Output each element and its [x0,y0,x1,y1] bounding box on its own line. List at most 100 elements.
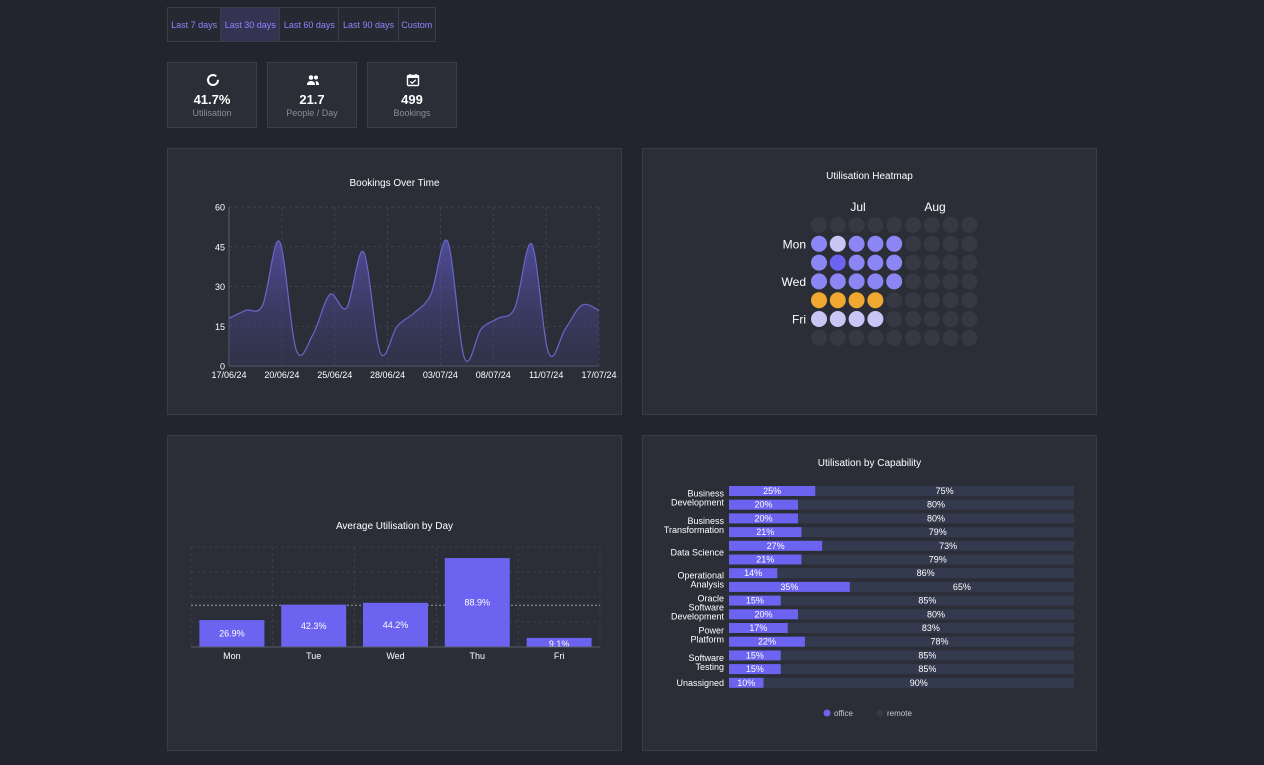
heatmap-cell [942,254,959,271]
heatmap-cell [848,217,865,233]
tab-last-30-days[interactable]: Last 30 days [221,8,281,41]
bar-value-label: 44.2% [383,620,409,630]
remote-bar [729,677,1074,688]
remote-value-label: 78% [930,637,948,647]
average-utilisation-panel: Average Utilisation by Day 26.9% Mon 42.3%… [167,435,622,751]
legend-remote-swatch [876,709,884,717]
heatmap-cell [942,217,959,233]
donut-icon [207,74,219,86]
bar-value-label: 42.3% [301,621,327,631]
weekday-label: Mon [783,237,806,251]
heatmap-cell [923,292,940,309]
heatmap-cell [811,217,827,233]
heatmap-cell [848,292,865,309]
heatmap-cell [829,329,846,346]
remote-value-label: 73% [939,541,957,551]
bar-value-label: 88.9% [465,598,491,608]
x-tick-label: Fri [554,651,565,661]
stat-card-utilisation: 41.7% Utilisation [167,62,257,128]
heatmap-cell [811,329,827,346]
heatmap-cell [811,273,827,290]
heatmap-cell [942,273,959,290]
remote-value-label: 80% [927,500,945,510]
heatmap-cell [961,217,978,233]
x-tick-label: 17/07/24 [581,370,616,380]
heatmap-cell [886,329,903,346]
remote-bar [729,568,1074,579]
heatmap-cell [829,273,846,290]
heatmap-cell [867,273,884,290]
average-utilisation-chart: 26.9%Mon42.3%Tue44.2%Wed88.9%Thu9.1%Fri [190,546,601,661]
heatmap-cell [829,311,846,327]
category-label: Development [671,497,725,507]
x-tick-label: 20/06/24 [264,370,299,380]
heatmap-cell [829,217,846,233]
people-icon [307,75,319,85]
heatmap-cell [811,311,827,327]
office-value-label: 22% [758,637,776,647]
category-label: Data Science [670,548,724,558]
utilisation-heatmap-panel: Utilisation Heatmap Jul Aug Mon Wed Fri [642,148,1097,415]
heatmap-cell [886,292,903,309]
office-value-label: 20% [754,609,772,619]
remote-value-label: 80% [927,609,945,619]
heatmap-cell [923,311,940,327]
office-value-label: 14% [744,568,762,578]
legend-office-label: office [834,709,854,718]
heatmap-cell [867,329,884,346]
tab-last-7-days[interactable]: Last 7 days [168,8,222,41]
x-tick-label: 08/07/24 [476,370,511,380]
heatmap-cell [848,254,865,271]
office-value-label: 21% [756,527,774,537]
remote-value-label: 75% [936,486,954,496]
heatmap-cell [923,273,940,290]
heatmap-cell [829,254,846,271]
month-label: Aug [924,200,945,214]
category-label: Transformation [664,525,724,535]
x-tick-label: 17/06/24 [211,370,246,380]
stat-value: 499 [401,92,423,107]
heatmap-cell [961,273,978,290]
x-tick-label: Thu [470,651,486,661]
office-value-label: 25% [763,486,781,496]
heatmap-cell [905,292,921,309]
tab-last-90-days[interactable]: Last 90 days [339,8,399,41]
heatmap-cell [961,254,978,271]
heatmap-cell [867,311,884,327]
category-label: Development [671,611,725,621]
x-tick-label: Mon [223,651,241,661]
heatmap-cell [905,311,921,327]
tab-custom[interactable]: Custom [399,8,435,41]
remote-value-label: 65% [953,582,971,592]
heatmap-cell [923,254,940,271]
heatmap-cell [942,292,959,309]
stat-label: Bookings [393,108,431,118]
y-tick-label: 45 [215,242,225,252]
heatmap-cell [961,292,978,309]
heatmap-cell [867,254,884,271]
capability-chart: 25% 75% 20% 80% 20% 80% 21% 79% 27% 73% 21% 79% 14% 8… [664,486,1074,718]
remote-value-label: 85% [918,596,936,606]
x-tick-label: 28/06/24 [370,370,405,380]
office-value-label: 21% [756,555,774,565]
x-tick-label: 11/07/24 [529,370,563,380]
bar-value-label: 26.9% [219,629,245,639]
heatmap-cell [905,273,921,290]
heatmap-cell [811,235,827,252]
date-range-tabs: Last 7 days Last 30 days Last 60 days La… [167,7,436,42]
weekday-label: Wed [782,275,806,289]
heatmap-cell [811,292,827,309]
category-label: Analysis [690,580,724,590]
heatmap-cell [886,311,903,327]
heatmap-cell [886,235,903,252]
heatmap-cell [905,329,921,346]
heatmap-cell [886,217,903,233]
tab-last-60-days[interactable]: Last 60 days [280,8,340,41]
stat-label: People / Day [286,108,338,118]
heatmap-cell [942,329,959,346]
heatmap-cell [867,235,884,252]
capability-panel: Utilisation by Capability 25% 75% 20% 80% 20… [642,435,1097,751]
office-value-label: 27% [767,541,785,551]
bookings-chart: 01530456017/06/24 20/06/24 25/06/24 28/06/2… [211,203,616,381]
heatmap-cell [886,273,903,290]
